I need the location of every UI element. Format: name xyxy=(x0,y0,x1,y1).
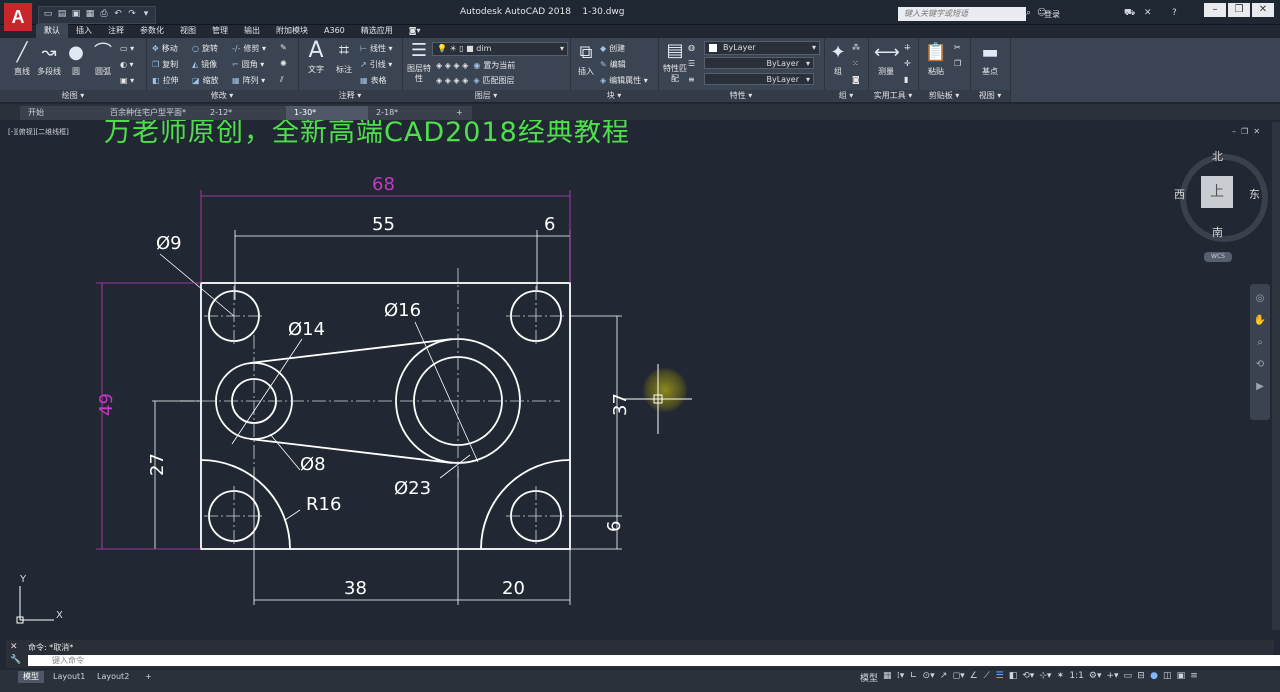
snap-icon[interactable]: ⁞▾ xyxy=(897,671,905,684)
workspace-icon[interactable]: ⚙▾ xyxy=(1089,671,1102,684)
arc-r16-right xyxy=(480,459,571,550)
ucs-y-label: Y xyxy=(19,574,27,585)
layout-tab-2[interactable]: Layout2 xyxy=(92,671,134,683)
add-layout-button[interactable]: + xyxy=(140,671,157,683)
polar-icon[interactable]: ⊙▾ xyxy=(923,671,935,684)
showmotion-icon[interactable]: ▶ xyxy=(1250,376,1270,398)
layout-tab-model[interactable]: 模型 xyxy=(18,671,44,683)
lineweight-toggle-icon[interactable]: ☰ xyxy=(996,671,1004,684)
app-menu-button[interactable]: A xyxy=(4,3,32,31)
drawing-svg: 68 55 6 Ø9 Ø14 Ø16 49 27 37 Ø8 Ø23 R16 6… xyxy=(16,174,631,624)
ucs-x-label: X xyxy=(56,610,63,621)
selection-cycling-icon[interactable]: ⟲▾ xyxy=(1022,671,1034,684)
dim-dia-16: Ø16 xyxy=(384,300,421,321)
command-settings-icon[interactable]: 🔧 xyxy=(10,655,21,665)
dim-height-27: 27 xyxy=(147,453,168,476)
osnap-icon[interactable]: ◻▾ xyxy=(953,671,965,684)
command-line: ✕ 🔧 命令: *取消* 键入命令 xyxy=(6,640,1280,668)
units-icon[interactable]: ▭ xyxy=(1124,671,1133,684)
grid-icon[interactable]: ▦ xyxy=(883,671,892,684)
ucs-icon xyxy=(16,586,54,624)
command-close-icon[interactable]: ✕ xyxy=(10,642,18,652)
isolate-objects-icon[interactable]: ● xyxy=(1150,671,1158,684)
dim-dia-14: Ø14 xyxy=(288,319,325,340)
steering-wheel-icon[interactable]: ◎ xyxy=(1250,288,1270,310)
dim-offset-6-top: 6 xyxy=(544,214,555,235)
viewcube-south[interactable]: 南 xyxy=(1212,224,1223,240)
dim-width-55: 55 xyxy=(372,214,395,235)
command-input[interactable]: 键入命令 xyxy=(28,655,1280,666)
arc-r16-left xyxy=(200,459,291,550)
isodraft-icon[interactable]: ↗ xyxy=(940,671,948,684)
dim-overall-height: 49 xyxy=(96,393,117,416)
annotation-add-icon[interactable]: +▾ xyxy=(1106,671,1118,684)
navigation-bar: ◎ ✋ ⌕ ⟲ ▶ xyxy=(1250,284,1270,420)
transparency-icon[interactable]: ◧ xyxy=(1009,671,1018,684)
viewcube-top-face[interactable]: 上 xyxy=(1201,176,1233,208)
viewcube-west[interactable]: 西 xyxy=(1174,186,1185,202)
layout-tab-1[interactable]: Layout1 xyxy=(48,671,90,683)
dyn-icon[interactable]: ⟋ xyxy=(983,671,991,684)
geometry xyxy=(200,282,571,550)
plate-outline xyxy=(200,282,571,550)
annotation-monitor-icon[interactable]: ⊹▾ xyxy=(1039,671,1051,684)
dim-dia-9: Ø9 xyxy=(156,233,182,254)
right-edge-panel xyxy=(1272,122,1280,630)
status-bar: 模型 Layout1 Layout2 + 模型 ▦ ⁞▾ ∟ ⊙▾ ↗ ◻▾ ∠… xyxy=(0,670,1280,692)
dim-offset-6-right: 6 xyxy=(604,521,625,532)
zoom-icon[interactable]: ⌕ xyxy=(1250,332,1270,354)
clean-screen-icon[interactable]: ▣ xyxy=(1177,671,1186,684)
otrack-icon[interactable]: ∠ xyxy=(970,671,978,684)
orbit-icon[interactable]: ⟲ xyxy=(1250,354,1270,376)
model-space-button[interactable]: 模型 xyxy=(860,671,878,684)
crosshair-cursor xyxy=(624,364,692,434)
dim-dia-8: Ø8 xyxy=(300,454,326,475)
ortho-icon[interactable]: ∟ xyxy=(910,671,918,684)
dim-overall-width: 68 xyxy=(372,174,395,195)
dim-width-20: 20 xyxy=(502,578,525,599)
dim-dia-23: Ø23 xyxy=(394,478,431,499)
dim-radius-16: R16 xyxy=(306,494,341,515)
quick-properties-icon[interactable]: ⊟ xyxy=(1137,671,1145,684)
viewcube-north[interactable]: 北 xyxy=(1212,148,1223,164)
annotation-scale-button[interactable]: 1:1 xyxy=(1069,671,1083,684)
wcs-menu[interactable]: WCS xyxy=(1204,252,1232,262)
status-toggles: 模型 ▦ ⁞▾ ∟ ⊙▾ ↗ ◻▾ ∠ ⟋ ☰ ◧ ⟲▾ ⊹▾ ✶ 1:1 ⚙▾… xyxy=(860,671,1198,684)
hardware-accel-icon[interactable]: ◫ xyxy=(1163,671,1172,684)
command-history: 命令: *取消* xyxy=(28,643,74,652)
customization-icon[interactable]: ≡ xyxy=(1190,671,1198,684)
pan-icon[interactable]: ✋ xyxy=(1250,310,1270,332)
viewcube-east[interactable]: 东 xyxy=(1249,186,1260,202)
dim-width-38: 38 xyxy=(344,578,367,599)
center-lines xyxy=(180,268,566,546)
annotation-visibility-icon[interactable]: ✶ xyxy=(1056,671,1065,684)
